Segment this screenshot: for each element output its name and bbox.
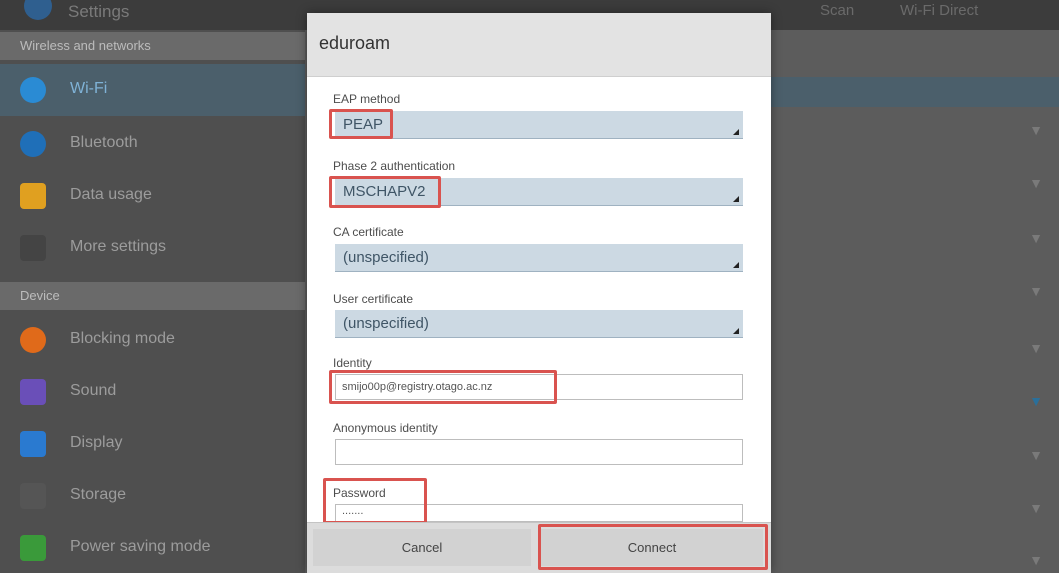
display-icon bbox=[20, 431, 46, 457]
user-cert-select[interactable]: (unspecified) bbox=[335, 310, 743, 338]
sidebar-item-label: Display bbox=[70, 434, 123, 451]
app-title: Settings bbox=[68, 2, 130, 21]
ca-cert-value: (unspecified) bbox=[343, 249, 429, 266]
wifi-list-selected-row[interactable] bbox=[770, 77, 1059, 107]
highlight-identity bbox=[329, 370, 557, 404]
ca-cert-select[interactable]: (unspecified) bbox=[335, 244, 743, 272]
wifi-icon bbox=[20, 77, 46, 103]
storage-icon bbox=[20, 483, 46, 509]
sidebar-item-label: Wi-Fi bbox=[70, 80, 108, 97]
settings-icon bbox=[24, 0, 52, 20]
highlight-eap-method bbox=[329, 109, 393, 139]
wifi-direct-button[interactable]: Wi-Fi Direct bbox=[900, 2, 978, 19]
user-cert-label: User certificate bbox=[333, 292, 414, 306]
dialog-header: eduroam bbox=[307, 13, 771, 77]
wifi-signal-icon: ▼ bbox=[1029, 230, 1043, 246]
phase2-label: Phase 2 authentication bbox=[333, 159, 456, 173]
settings-sidebar: Wireless and networks Wi-Fi Bluetooth Da… bbox=[0, 30, 305, 573]
wifi-signal-locked-icon: ▼ bbox=[1029, 175, 1043, 191]
more-icon bbox=[20, 235, 46, 261]
sidebar-item-label: Data usage bbox=[70, 186, 152, 203]
highlight-password bbox=[323, 478, 427, 524]
wifi-signal-icon: ▼ bbox=[1029, 122, 1043, 138]
blocking-icon bbox=[20, 327, 46, 353]
eap-config-dialog: eduroam EAP method PEAP Phase 2 authenti… bbox=[307, 13, 771, 573]
sidebar-item-more-settings[interactable]: More settings bbox=[0, 222, 305, 274]
sidebar-item-data-usage[interactable]: Data usage bbox=[0, 170, 305, 222]
identity-label: Identity bbox=[333, 356, 372, 370]
highlight-connect bbox=[538, 524, 768, 570]
sidebar-item-wifi[interactable]: Wi-Fi bbox=[0, 64, 305, 116]
eap-method-select[interactable]: PEAP bbox=[335, 111, 743, 139]
dropdown-arrow-icon bbox=[733, 328, 739, 334]
sidebar-item-label: Blocking mode bbox=[70, 330, 175, 347]
sidebar-item-label: More settings bbox=[70, 238, 167, 255]
wifi-signal-icon: ▼ bbox=[1029, 283, 1043, 299]
scan-button[interactable]: Scan bbox=[820, 2, 854, 19]
ca-cert-label: CA certificate bbox=[333, 225, 404, 239]
wifi-signal-locked-icon: ▼ bbox=[1029, 500, 1043, 516]
sidebar-item-label: Storage bbox=[70, 486, 127, 503]
section-header-wireless: Wireless and networks bbox=[0, 32, 305, 60]
wifi-signal-icon: ▼ bbox=[1029, 340, 1043, 356]
sidebar-item-storage[interactable]: Storage bbox=[0, 470, 305, 522]
sound-icon bbox=[20, 379, 46, 405]
section-header-device: Device bbox=[0, 282, 305, 310]
cancel-button[interactable]: Cancel bbox=[313, 529, 531, 566]
sidebar-item-sound[interactable]: Sound bbox=[0, 366, 305, 418]
power-saving-icon bbox=[20, 535, 46, 561]
sidebar-item-label: Power saving mode bbox=[70, 538, 211, 555]
bluetooth-icon bbox=[20, 131, 46, 157]
wifi-signal-icon: ▼ bbox=[1029, 552, 1043, 568]
sidebar-item-label: Bluetooth bbox=[70, 134, 138, 151]
sidebar-item-blocking-mode[interactable]: Blocking mode bbox=[0, 314, 305, 366]
dialog-title: eduroam bbox=[319, 33, 391, 53]
dropdown-arrow-icon bbox=[733, 196, 739, 202]
data-usage-icon bbox=[20, 183, 46, 209]
dropdown-arrow-icon bbox=[733, 129, 739, 135]
sidebar-item-bluetooth[interactable]: Bluetooth bbox=[0, 118, 305, 170]
sidebar-item-display[interactable]: Display bbox=[0, 418, 305, 470]
wifi-signal-strong-icon: ▼ bbox=[1029, 393, 1043, 409]
sidebar-item-label: Sound bbox=[70, 382, 117, 399]
anonymous-identity-field[interactable] bbox=[335, 439, 743, 465]
sidebar-item-power-saving[interactable]: Power saving mode bbox=[0, 522, 305, 573]
dropdown-arrow-icon bbox=[733, 262, 739, 268]
user-cert-value: (unspecified) bbox=[343, 315, 429, 332]
highlight-phase2 bbox=[329, 176, 441, 208]
wifi-signal-locked-icon: ▼ bbox=[1029, 447, 1043, 463]
eap-method-label: EAP method bbox=[333, 92, 401, 106]
anonymous-identity-label: Anonymous identity bbox=[333, 421, 438, 435]
